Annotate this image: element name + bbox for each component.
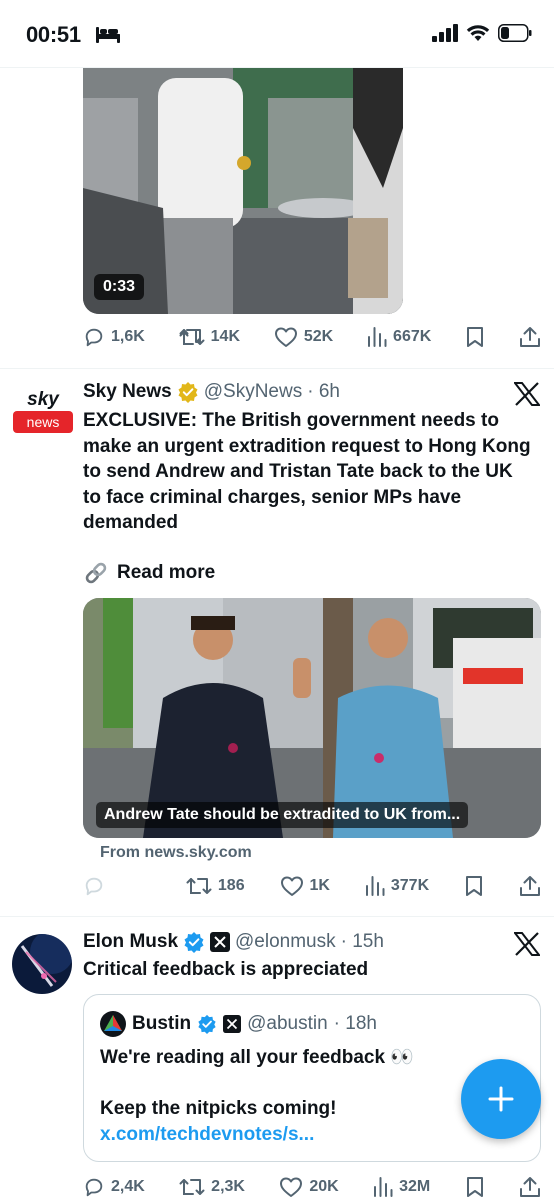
author-row: Elon Musk @elonmusk · 15h xyxy=(83,931,384,953)
tweet-time[interactable]: · 15h xyxy=(341,931,384,953)
retweet-icon xyxy=(186,878,212,894)
author-name[interactable]: Elon Musk xyxy=(83,931,178,953)
share-icon[interactable] xyxy=(519,875,541,897)
views-button[interactable]: 667K xyxy=(367,326,431,348)
quoted-author-handle[interactable]: @abustin xyxy=(247,1013,328,1035)
views-chart-icon xyxy=(368,327,387,347)
like-button[interactable]: 20K xyxy=(279,1176,339,1198)
x-logo-icon xyxy=(514,932,540,956)
quoted-author-row: Bustin @abustin · 18h xyxy=(100,1011,377,1037)
retweet-button[interactable]: 2,3K xyxy=(179,1176,245,1198)
affiliate-x-badge-icon xyxy=(223,1015,242,1033)
heart-icon xyxy=(280,876,303,896)
quoted-tweet-time[interactable]: · 18h xyxy=(334,1013,377,1035)
reply-icon xyxy=(85,1178,103,1197)
retweet-button[interactable]: 186 xyxy=(186,875,245,897)
reply-button[interactable] xyxy=(83,875,111,897)
retweet-count: 14K xyxy=(210,328,240,345)
reply-icon xyxy=(85,328,103,347)
share-icon[interactable] xyxy=(519,326,541,348)
cellular-signal-icon xyxy=(432,24,458,42)
bookmark-icon[interactable] xyxy=(465,326,485,348)
like-count: 1K xyxy=(309,877,330,894)
link-chain-icon xyxy=(85,562,107,584)
tweet-divider xyxy=(0,368,554,369)
link-preview-card[interactable]: Andrew Tate should be extradited to UK f… xyxy=(83,598,541,838)
avatar-skynews[interactable]: sky news xyxy=(12,381,74,443)
views-chart-icon xyxy=(365,876,385,896)
author-handle[interactable]: @SkyNews xyxy=(204,381,302,403)
share-icon[interactable] xyxy=(519,1176,541,1198)
bookmark-icon[interactable] xyxy=(464,875,484,897)
views-count: 667K xyxy=(393,328,432,345)
status-time: 00:51 xyxy=(26,22,81,47)
verified-blue-badge-icon xyxy=(184,932,204,953)
x-logo-icon xyxy=(514,382,540,406)
verified-gold-badge-icon xyxy=(178,382,198,403)
tweet-actions: 186 1K 377K xyxy=(83,871,541,901)
reply-icon xyxy=(85,877,103,896)
avatar-elonmusk[interactable] xyxy=(12,934,72,994)
quoted-line-1: We're reading all your feedback 👀 xyxy=(100,1047,414,1068)
tweet-text: Critical feedback is appreciated xyxy=(83,959,369,980)
like-count: 52K xyxy=(303,328,334,345)
like-button[interactable]: 1K xyxy=(280,875,330,897)
retweet-count: 186 xyxy=(217,877,245,894)
avatar-image xyxy=(12,934,72,994)
like-button[interactable]: 52K xyxy=(274,326,333,348)
retweet-icon xyxy=(179,1179,205,1195)
affiliate-x-badge-icon xyxy=(210,932,231,952)
views-count: 377K xyxy=(390,877,430,894)
quoted-avatar[interactable] xyxy=(100,1011,126,1037)
like-count: 20K xyxy=(309,1178,339,1195)
avatar-bottom-text: news xyxy=(27,414,60,430)
views-chart-icon xyxy=(374,1177,393,1197)
tweet-divider xyxy=(0,916,554,917)
tweet-actions: 1,6K 14K 52K 667K xyxy=(83,322,541,352)
sleep-focus-icon xyxy=(96,27,120,43)
retweet-icon xyxy=(179,329,205,345)
tweet-text: EXCLUSIVE: The British government needs … xyxy=(83,410,531,533)
heart-icon xyxy=(280,1177,303,1197)
link-source[interactable]: From news.sky.com xyxy=(100,844,252,862)
status-bar: 00:51 xyxy=(0,0,554,68)
compose-button[interactable] xyxy=(461,1059,541,1139)
bookmark-icon[interactable] xyxy=(465,1176,485,1198)
reply-count: 2,4K xyxy=(111,1178,145,1195)
tweet-actions: 2,4K 2,3K 20K 32M xyxy=(83,1172,541,1200)
avatar-top-text: sky xyxy=(27,389,60,410)
quoted-link[interactable]: x.com/techdevnotes/s... xyxy=(100,1124,314,1145)
plus-icon xyxy=(488,1086,514,1112)
reply-button[interactable]: 2,4K xyxy=(83,1176,145,1198)
video-player[interactable]: 0:33 xyxy=(83,68,403,314)
link-card-caption: Andrew Tate should be extradited to UK f… xyxy=(96,802,469,828)
verified-blue-badge-icon xyxy=(198,1014,216,1034)
quoted-author-name[interactable]: Bustin xyxy=(132,1013,191,1035)
quoted-line-2-text: Keep the nitpicks coming! xyxy=(100,1098,337,1119)
wifi-icon xyxy=(466,25,490,41)
author-handle[interactable]: @elonmusk xyxy=(235,931,336,953)
quoted-tweet-text: We're reading all your feedback 👀 Keep t… xyxy=(100,1045,500,1147)
reply-button[interactable]: 1,6K xyxy=(83,326,145,348)
read-more-link[interactable]: Read more xyxy=(83,560,215,586)
views-button[interactable]: 377K xyxy=(365,875,429,897)
battery-icon xyxy=(498,24,532,42)
tweet-time[interactable]: · 6h xyxy=(307,381,340,403)
author-name[interactable]: Sky News xyxy=(83,381,172,403)
retweet-button[interactable]: 14K xyxy=(179,326,240,348)
author-row: Sky News @SkyNews · 6h xyxy=(83,381,340,403)
reply-count: 1,6K xyxy=(111,328,145,345)
views-button[interactable]: 32M xyxy=(373,1176,430,1198)
video-duration: 0:33 xyxy=(94,274,145,300)
views-count: 32M xyxy=(399,1178,431,1195)
heart-icon xyxy=(274,327,297,347)
sky-news-logo: sky news xyxy=(12,381,74,443)
quoted-line-2: Keep the nitpicks coming! x.com/techdevn… xyxy=(100,1096,500,1147)
read-more-label: Read more xyxy=(117,562,216,583)
retweet-count: 2,3K xyxy=(211,1178,245,1195)
